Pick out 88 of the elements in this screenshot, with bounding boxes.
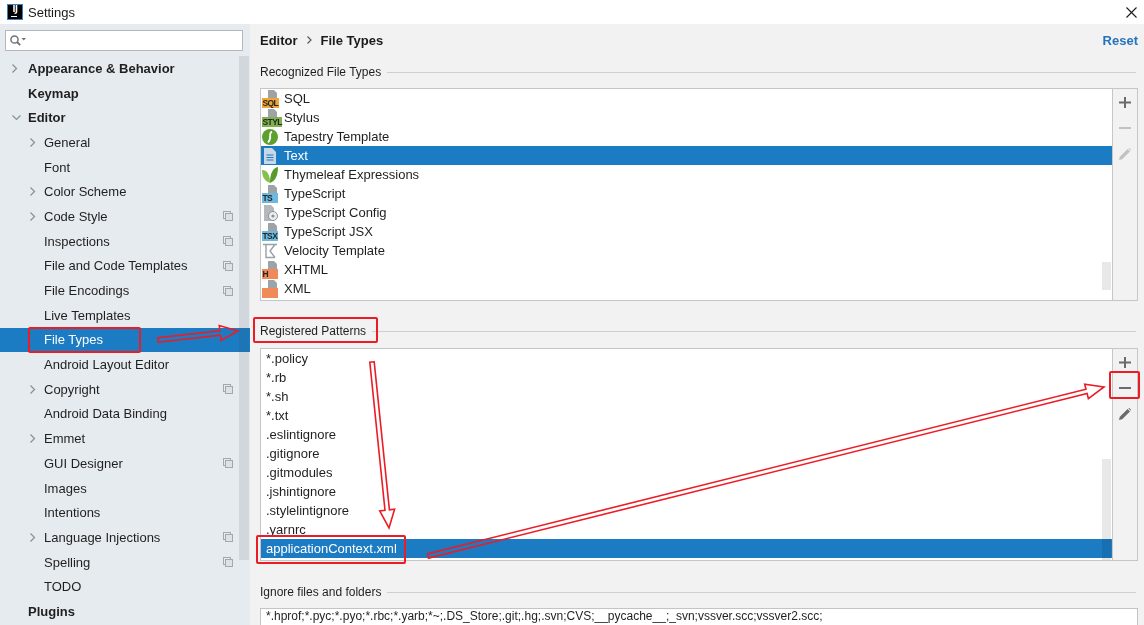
tree-item[interactable]: Plugins (0, 599, 250, 624)
tree-item[interactable]: Editor (0, 105, 250, 131)
tree-item[interactable]: Font (0, 154, 250, 180)
section-title: Registered Patterns (260, 324, 367, 338)
tree-item[interactable]: File and Code Templates (0, 253, 250, 279)
pattern-item[interactable]: *.txt (261, 406, 1112, 425)
tree-item[interactable]: Code Style (0, 204, 250, 229)
section-title: Recognized File Types (260, 65, 382, 79)
minus-icon (1119, 387, 1131, 389)
section-title: Ignore files and folders (260, 585, 382, 599)
pattern-item[interactable]: *.sh (261, 387, 1112, 406)
tree-item[interactable]: Color Scheme (0, 179, 250, 205)
pattern-item[interactable]: .eslintignore (261, 425, 1112, 444)
chevron-right-icon[interactable] (30, 211, 36, 221)
chevron-right-icon[interactable] (30, 384, 36, 394)
file-type-badge: TS (262, 192, 278, 203)
window-title: Settings (28, 4, 75, 20)
page-corner-icon (268, 89, 277, 98)
scrollbar-thumb[interactable] (1102, 262, 1111, 290)
page-corner-icon (268, 279, 277, 288)
app-logo: IJ (7, 4, 23, 20)
tree-item[interactable]: General (0, 130, 250, 155)
file-type-item[interactable]: Tapestry Template (261, 127, 1112, 146)
close-icon (1125, 6, 1137, 18)
page-corner-icon (268, 260, 277, 269)
pattern-item[interactable]: .gitignore (261, 444, 1112, 463)
chevron-right-icon[interactable] (30, 434, 36, 444)
tree-item[interactable]: TODO (0, 574, 250, 600)
tree-item[interactable]: Live Templates (0, 302, 250, 328)
file-type-item[interactable]: Text (261, 146, 1112, 165)
reset-link[interactable]: Reset (1102, 32, 1138, 48)
file-type-badge: TSX (262, 230, 278, 241)
scrollbar-thumb[interactable] (1102, 459, 1111, 560)
tree-item[interactable]: Appearance & Behavior (0, 56, 250, 81)
file-type-badge: SQL (262, 97, 279, 108)
tree-item[interactable]: Language Injections (0, 525, 250, 550)
file-type-item[interactable]: XML (261, 279, 1112, 298)
tree-item[interactable]: Intentions (0, 500, 250, 526)
file-type-item[interactable]: Velocity Template (261, 241, 1112, 260)
file-type-item[interactable]: TS TypeScript (261, 184, 1112, 203)
pattern-item[interactable]: .gitmodules (261, 463, 1112, 482)
template-icon (262, 242, 278, 259)
pencil-icon (1119, 408, 1131, 420)
gear-file-icon (262, 204, 278, 221)
chevron-right-icon[interactable] (30, 187, 36, 197)
tree-item[interactable]: Emmet (0, 426, 250, 451)
plus-icon (1119, 356, 1131, 368)
plus-icon (1119, 96, 1131, 108)
file-type-item[interactable]: H XHTML (261, 260, 1112, 279)
search-icon (10, 35, 26, 46)
ignore-files-field[interactable]: *.hprof;*.pyc;*.pyo;*.rbc;*.yarb;*~;.DS_Store;.git;.hg;.svn;CVS;__pycache__;_svn;vssver.scc;vssver2.scc; (260, 608, 1138, 625)
file-type-badge: H (262, 268, 278, 279)
chevron-right-icon[interactable] (12, 63, 18, 73)
pattern-item[interactable]: applicationContext.xml (261, 539, 1112, 558)
file-type-badge: STYL (262, 116, 283, 127)
breadcrumb-item: Editor (260, 32, 298, 48)
file-type-item[interactable]: SQL SQL (261, 89, 1112, 108)
tree-item[interactable]: Keymap (0, 80, 250, 106)
tree-item[interactable]: File Encodings (0, 278, 250, 303)
pattern-item[interactable]: .stylelintignore (261, 501, 1112, 520)
chevron-right-icon (306, 36, 312, 44)
pattern-item[interactable]: .jshintignore (261, 482, 1112, 501)
pencil-icon (1119, 148, 1131, 160)
chevron-down-icon[interactable] (12, 114, 21, 121)
tree-item[interactable]: Copyright (0, 376, 250, 402)
tree-item[interactable]: Spelling (0, 549, 250, 575)
breadcrumb-item: File Types (320, 32, 384, 48)
file-type-item[interactable]: TypeScript Config (261, 203, 1112, 222)
tree-item[interactable]: GUI Designer (0, 451, 250, 476)
tree-item[interactable]: Inspections (0, 228, 250, 254)
document-icon (262, 147, 278, 164)
page-corner-icon (268, 108, 277, 117)
pattern-item[interactable]: *.policy (261, 349, 1112, 368)
tree-item[interactable]: Android Data Binding (0, 401, 250, 427)
scrollbar-thumb[interactable] (239, 56, 249, 560)
minus-icon (1119, 127, 1131, 129)
tree-item[interactable]: Android Layout Editor (0, 352, 250, 377)
chevron-right-icon[interactable] (30, 137, 36, 147)
page-corner-icon (268, 222, 277, 231)
search-field[interactable] (5, 30, 243, 51)
page-corner-icon (268, 184, 277, 193)
file-type-item[interactable]: TSX TypeScript JSX (261, 222, 1112, 241)
leaf-icon (262, 166, 278, 183)
pattern-item[interactable]: .yarnrc (261, 520, 1112, 539)
tree-item[interactable]: Images (0, 475, 250, 501)
file-type-item[interactable]: Thymeleaf Expressions (261, 165, 1112, 184)
chevron-right-icon[interactable] (30, 532, 36, 542)
pattern-item[interactable]: *.rb (261, 368, 1112, 387)
